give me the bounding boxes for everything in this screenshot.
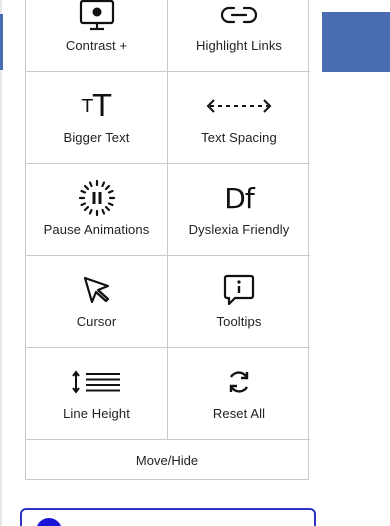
background-site-header bbox=[322, 12, 390, 72]
bigger-text-icon: TT bbox=[82, 88, 111, 124]
contrast-monitor-icon bbox=[79, 0, 115, 32]
pause-animations-button[interactable]: Pause Animations bbox=[26, 164, 168, 256]
text-spacing-button[interactable]: Text Spacing bbox=[168, 72, 310, 164]
link-icon bbox=[220, 0, 258, 32]
accessibility-options-grid: Contrast + Highlight Links TT Bigger Tex… bbox=[26, 0, 310, 440]
reset-refresh-icon bbox=[226, 364, 252, 400]
pause-animations-icon bbox=[78, 179, 116, 217]
bigger-text-label: Bigger Text bbox=[63, 130, 130, 145]
reset-all-button[interactable]: Reset All bbox=[168, 348, 310, 440]
dyslexia-df-icon: Df bbox=[224, 180, 254, 216]
accessibility-panel: Contrast + Highlight Links TT Bigger Tex… bbox=[25, 0, 310, 480]
avatar bbox=[36, 518, 62, 526]
background-header-left bbox=[0, 14, 3, 70]
bigger-text-big-glyph: T bbox=[92, 88, 112, 124]
background-edge bbox=[0, 0, 2, 526]
bigger-text-button[interactable]: TT Bigger Text bbox=[26, 72, 168, 164]
dyslexia-glyph: Df bbox=[224, 181, 254, 215]
highlight-links-button[interactable]: Highlight Links bbox=[168, 0, 310, 72]
reset-all-label: Reset All bbox=[212, 406, 266, 421]
bigger-text-small-glyph: T bbox=[81, 95, 93, 117]
background-site-content bbox=[322, 72, 390, 526]
highlight-links-label: Highlight Links bbox=[195, 38, 283, 53]
tooltips-button[interactable]: Tooltips bbox=[168, 256, 310, 348]
line-height-label: Line Height bbox=[63, 406, 130, 421]
line-height-button[interactable]: Line Height bbox=[26, 348, 168, 440]
move-hide-label: Move/Hide bbox=[135, 452, 199, 468]
dyslexia-friendly-button[interactable]: Df Dyslexia Friendly bbox=[168, 164, 310, 256]
move-hide-button[interactable]: Move/Hide bbox=[26, 440, 308, 480]
contrast-button[interactable]: Contrast + bbox=[26, 0, 168, 72]
page: Contrast + Highlight Links TT Bigger Tex… bbox=[0, 0, 390, 526]
text-spacing-label: Text Spacing bbox=[201, 130, 277, 145]
tooltips-label: Tooltips bbox=[216, 314, 262, 329]
line-height-icon bbox=[71, 364, 122, 400]
text-spacing-icon bbox=[206, 88, 272, 124]
bottom-card[interactable] bbox=[20, 508, 316, 526]
dyslexia-friendly-label: Dyslexia Friendly bbox=[188, 222, 290, 237]
contrast-label: Contrast + bbox=[65, 38, 128, 53]
cursor-button[interactable]: Cursor bbox=[26, 256, 168, 348]
cursor-label: Cursor bbox=[76, 314, 117, 329]
pause-animations-label: Pause Animations bbox=[43, 222, 150, 237]
cursor-pointer-icon bbox=[82, 272, 112, 308]
tooltip-info-icon bbox=[223, 272, 255, 308]
